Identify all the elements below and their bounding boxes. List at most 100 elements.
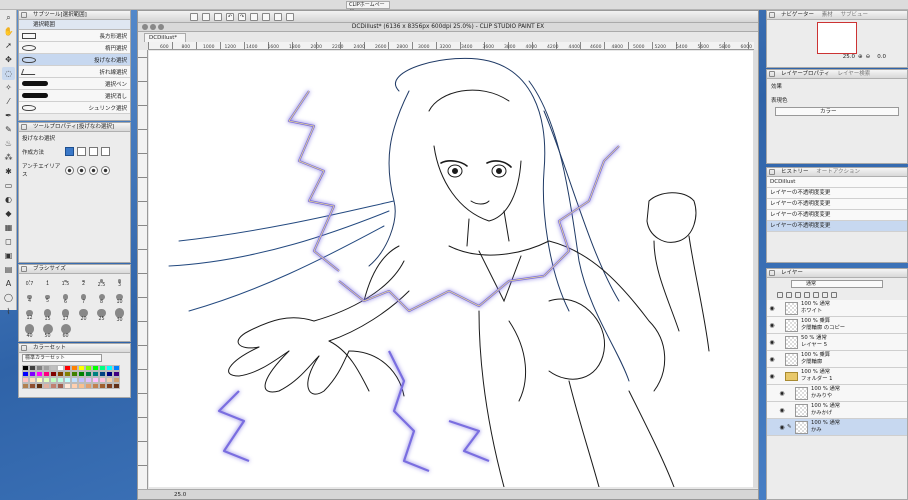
navigator-tab[interactable]: ナビゲーター <box>781 12 814 18</box>
visibility-eye-icon[interactable]: ◉ <box>767 373 777 380</box>
document-tab[interactable]: DCDillust* <box>144 33 186 42</box>
auto-select-tool-icon[interactable]: ✧ <box>2 81 15 94</box>
edit-target-icon[interactable]: ✎ <box>787 424 795 430</box>
new-selection-icon[interactable] <box>65 147 74 156</box>
canvas-zoom-value[interactable]: 25.0 <box>174 492 186 498</box>
open-file-icon[interactable] <box>202 12 210 21</box>
zoom-in-icon[interactable]: ⊕ <box>858 54 863 60</box>
brush-size-cell[interactable]: 10 <box>111 292 128 307</box>
antialias-weak-icon[interactable] <box>77 165 86 175</box>
decoration-tool-icon[interactable]: ✱ <box>2 165 15 178</box>
sub-view-tab[interactable]: サブビュー <box>841 12 869 18</box>
pencil-tool-icon[interactable]: ✎ <box>2 123 15 136</box>
brush-tool-icon[interactable]: ♨ <box>2 137 15 150</box>
canvas-vertical-scrollbar[interactable] <box>753 50 758 488</box>
color-swatch[interactable] <box>57 383 64 389</box>
navigator-rotate-value[interactable]: 0.0 <box>877 54 886 60</box>
material-tab[interactable]: 素材 <box>822 12 833 18</box>
color-swatch[interactable] <box>78 383 85 389</box>
zoom-window-icon[interactable] <box>158 24 164 30</box>
visibility-eye-icon[interactable]: ◉ <box>777 390 787 397</box>
color-swatch[interactable] <box>85 383 92 389</box>
hand-tool-icon[interactable]: ✋ <box>2 25 15 38</box>
brush-size-cell[interactable]: 20 <box>75 308 92 323</box>
layer-row[interactable]: ◉ ✎ 100 % 通常 かみ <box>767 419 907 436</box>
brush-size-cell[interactable]: 15 <box>39 308 56 323</box>
panel-menu-icon[interactable] <box>21 12 27 18</box>
figure-tool-icon[interactable]: ◻ <box>2 235 15 248</box>
color-swatch[interactable] <box>29 383 36 389</box>
history-item-current[interactable]: レイヤーの不透明度変更 <box>767 221 907 232</box>
minimize-window-icon[interactable] <box>150 24 156 30</box>
new-file-icon[interactable] <box>190 12 198 21</box>
brush-size-cell[interactable]: 40 <box>21 324 38 339</box>
brush-size-cell[interactable]: 2.5 <box>93 276 110 291</box>
color-swatch[interactable] <box>36 383 43 389</box>
layer-tab[interactable]: レイヤー <box>781 270 803 276</box>
clip-icon[interactable] <box>786 292 792 298</box>
invert-selection-icon[interactable] <box>286 12 294 21</box>
color-set-dropdown[interactable]: 標準カラーセット <box>22 354 102 362</box>
layer-folder-row[interactable]: ◉ 100 % 通常 フォルダー 1 <box>767 368 907 385</box>
navigator-thumbnail[interactable] <box>817 22 857 54</box>
sub-tool-shrink-select[interactable]: シュリンク選択 <box>19 102 130 114</box>
ruler-tool-icon[interactable]: ▤ <box>2 263 15 276</box>
lock-icon[interactable] <box>777 292 783 298</box>
subtract-selection-icon[interactable] <box>89 147 98 156</box>
visibility-eye-icon[interactable]: ◉ <box>777 424 787 431</box>
airbrush-tool-icon[interactable]: ⁂ <box>2 151 15 164</box>
antialias-medium-icon[interactable] <box>89 165 98 175</box>
history-item[interactable]: レイヤーの不透明度変更 <box>767 199 907 210</box>
intersect-selection-icon[interactable] <box>101 147 110 156</box>
color-swatch[interactable] <box>106 383 113 389</box>
eraser-tool-icon[interactable]: ▭ <box>2 179 15 192</box>
operation-tool-icon[interactable]: ➚ <box>2 39 15 52</box>
ruler-link-icon[interactable] <box>822 292 828 298</box>
reference-icon[interactable] <box>795 292 801 298</box>
mask-icon[interactable] <box>813 292 819 298</box>
zoom-out-icon[interactable]: ⊖ <box>866 54 871 60</box>
expression-color-select[interactable]: カラー <box>775 107 899 116</box>
move-layer-tool-icon[interactable]: ✥ <box>2 53 15 66</box>
antialias-strong-icon[interactable] <box>101 165 110 175</box>
visibility-eye-icon[interactable]: ◉ <box>767 356 777 363</box>
panel-menu-icon[interactable] <box>21 124 27 130</box>
zoom-tool-icon[interactable]: ⌕ <box>2 11 15 24</box>
color-swatch[interactable] <box>113 383 120 389</box>
correct-line-tool-icon[interactable]: ⌇ <box>2 305 15 318</box>
history-item[interactable]: DCDillust <box>767 177 907 188</box>
layer-row[interactable]: ◉ 100 % 乗算 夕闇輪廓 <box>767 351 907 368</box>
brush-size-cell[interactable]: 8 <box>93 292 110 307</box>
brush-size-cell[interactable]: 12 <box>21 308 38 323</box>
brush-size-cell[interactable]: 1.5 <box>57 276 74 291</box>
layer-row[interactable]: ◉ 100 % 乗算 夕闇輪廓 のコピー <box>767 317 907 334</box>
deselect-icon[interactable] <box>274 12 282 21</box>
auto-action-tab[interactable]: オートアクション <box>816 169 860 175</box>
antialias-none-icon[interactable] <box>65 165 74 175</box>
color-swatch[interactable] <box>71 383 78 389</box>
brush-size-cell[interactable]: 5 <box>39 292 56 307</box>
layer-row[interactable]: ◉ 100 % 通常 かみりや <box>767 385 907 402</box>
blend-tool-icon[interactable]: ◐ <box>2 193 15 206</box>
sub-tool-lasso-select[interactable]: 投げなわ選択 <box>19 54 130 66</box>
brush-size-cell[interactable]: 4 <box>21 292 38 307</box>
redo-icon[interactable]: ↷ <box>238 12 246 21</box>
sub-tool-ellipse-select[interactable]: 楕円選択 <box>19 42 130 54</box>
color-swatch[interactable] <box>50 383 57 389</box>
history-item[interactable]: レイヤーの不透明度変更 <box>767 188 907 199</box>
sub-tool-selection-eraser[interactable]: 選択消し <box>19 90 130 102</box>
visibility-eye-icon[interactable]: ◉ <box>767 339 777 346</box>
panel-menu-icon[interactable] <box>769 71 775 77</box>
panel-menu-icon[interactable] <box>21 266 27 272</box>
sub-tool-rect-select[interactable]: 長方形選択 <box>19 30 130 42</box>
brush-size-cell[interactable]: 60 <box>57 324 74 339</box>
panel-menu-icon[interactable] <box>769 169 775 175</box>
text-tool-icon[interactable]: A <box>2 277 15 290</box>
add-selection-icon[interactable] <box>77 147 86 156</box>
brush-size-cell[interactable]: 3 <box>111 276 128 291</box>
gradient-tool-icon[interactable]: ▦ <box>2 221 15 234</box>
visibility-eye-icon[interactable]: ◉ <box>767 305 777 312</box>
layer-row[interactable]: ◉ 100 % 通常 ホワイト <box>767 300 907 317</box>
color-swatch[interactable] <box>99 383 106 389</box>
layer-color-icon[interactable] <box>831 292 837 298</box>
